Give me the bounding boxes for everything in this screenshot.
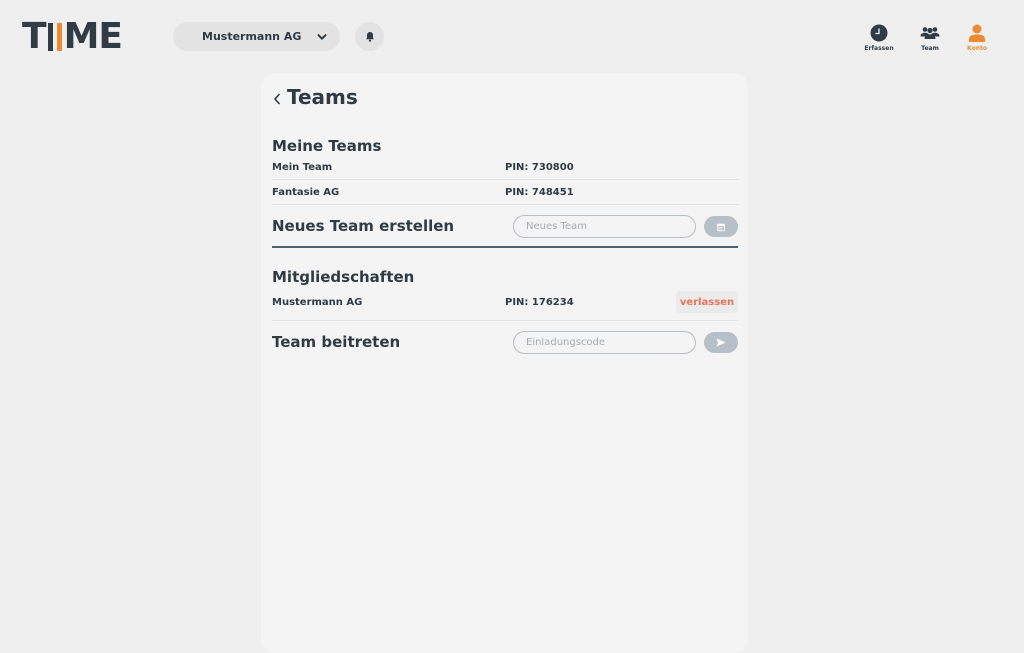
create-team-title: Neues Team erstellen [272, 217, 455, 235]
chevron-down-icon [317, 33, 327, 40]
back-button[interactable] [271, 92, 283, 106]
top-bar: T ME Mustermann AG Erfassen Team Konto [0, 0, 1024, 72]
join-team-button[interactable] [704, 332, 738, 353]
new-team-input[interactable] [513, 215, 696, 238]
nav-label-team: Team [921, 45, 939, 52]
team-row[interactable]: Fantasie AG PIN: 748451 [272, 180, 738, 205]
tiime-logo[interactable]: T ME [22, 16, 123, 57]
calendar-icon [717, 223, 725, 231]
bell-icon [365, 32, 374, 42]
section-divider [272, 246, 738, 248]
teams-card: Teams Meine Teams Mein Team PIN: 730800 … [261, 73, 748, 653]
user-icon [969, 24, 985, 42]
nav-item-team[interactable]: Team [910, 23, 950, 52]
logo-bar-dark [47, 23, 53, 51]
team-name: Fantasie AG [272, 187, 340, 198]
create-team-button[interactable] [704, 216, 738, 237]
team-icon [920, 26, 940, 39]
invitation-code-input[interactable] [513, 331, 696, 354]
nav-label-konto: Konto [967, 45, 987, 52]
membership-row[interactable]: Mustermann AG PIN: 176234 verlassen [272, 291, 738, 321]
join-team-title: Team beitreten [272, 333, 401, 351]
team-pin: PIN: 748451 [505, 187, 574, 198]
my-teams-title: Meine Teams [272, 137, 382, 155]
send-icon [716, 338, 726, 347]
company-select-value: Mustermann AG [202, 30, 302, 43]
nav-item-konto[interactable]: Konto [957, 23, 997, 52]
chevron-left-icon [274, 93, 280, 105]
membership-pin: PIN: 176234 [505, 297, 574, 308]
team-pin: PIN: 730800 [505, 162, 574, 173]
membership-name: Mustermann AG [272, 297, 363, 308]
card-header: Teams [271, 85, 358, 109]
logo-bar-orange [56, 23, 62, 51]
logo-text-end: ME [63, 16, 123, 57]
company-select[interactable]: Mustermann AG [173, 22, 340, 51]
nav-label-erfassen: Erfassen [864, 45, 894, 52]
nav-item-erfassen[interactable]: Erfassen [859, 23, 899, 52]
team-name: Mein Team [272, 162, 333, 173]
team-row[interactable]: Mein Team PIN: 730800 [272, 155, 738, 180]
notifications-button[interactable] [355, 22, 384, 51]
leave-team-button[interactable]: verlassen [676, 291, 738, 313]
logo-text-start: T [22, 16, 47, 57]
page-title: Teams [287, 85, 358, 109]
memberships-title: Mitgliedschaften [272, 268, 415, 286]
clock-icon [870, 24, 888, 41]
